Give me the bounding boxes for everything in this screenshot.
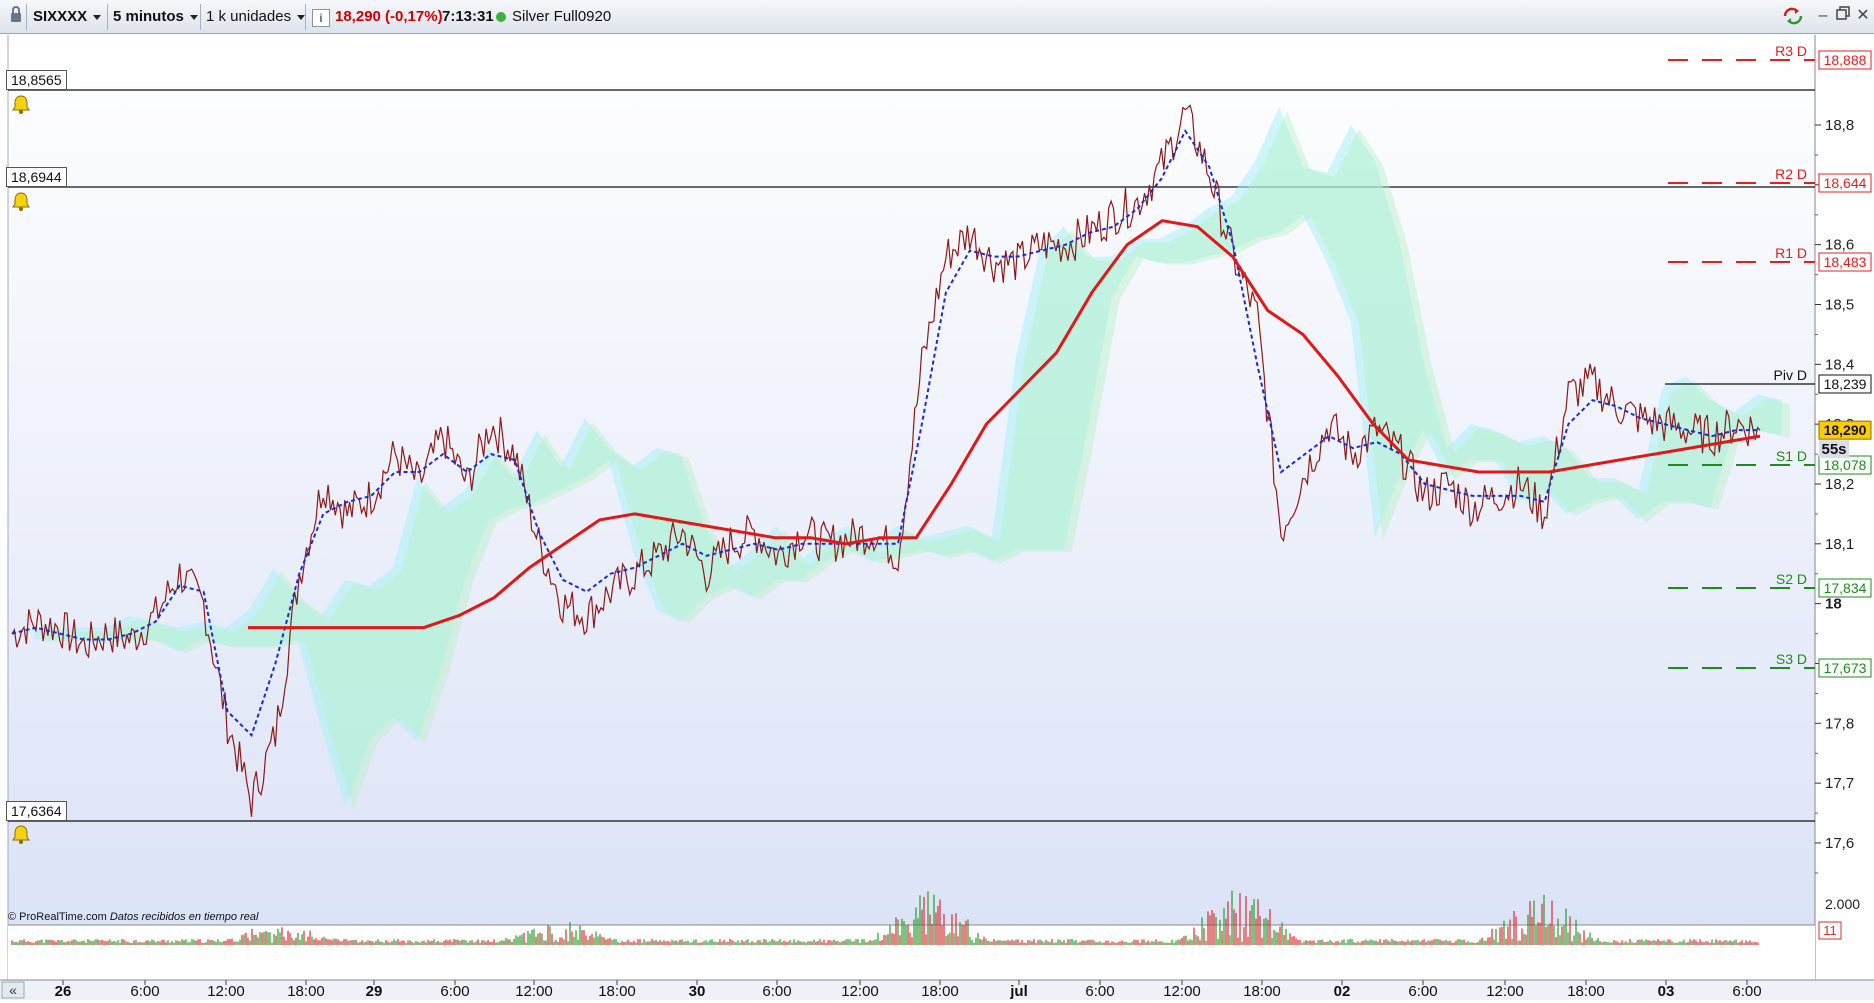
chevron-down-icon — [189, 14, 198, 20]
credit-brand: © ProRealTime.com — [8, 911, 107, 923]
pivot-value: 18,078 — [1824, 457, 1867, 473]
credit-note: Datos recibidos en tiempo real — [109, 911, 259, 923]
volume-current-value: 11 — [1823, 923, 1837, 938]
pivot-value: 18,888 — [1824, 52, 1867, 68]
pivot-label: R2 D — [1775, 166, 1807, 182]
x-tick-label: 6:00 — [440, 983, 469, 1000]
x-tick-label: 6:00 — [1732, 983, 1761, 1000]
pivot-value: 18,239 — [1824, 376, 1867, 392]
x-tick-label: jul — [1009, 983, 1028, 1000]
x-tick-label: 12:00 — [1163, 983, 1201, 1000]
pivot-label: Piv D — [1774, 367, 1807, 383]
y-tick-label: 17,7 — [1825, 775, 1854, 792]
pivot-value: 17,834 — [1824, 580, 1867, 596]
x-tick-label: 12:00 — [1486, 983, 1524, 1000]
x-tick-label: 18:00 — [921, 983, 959, 1000]
x-tick-label: 02 — [1334, 983, 1351, 1000]
pivot-label: S1 D — [1776, 448, 1807, 464]
lock-icon[interactable] — [8, 5, 24, 29]
x-tick-label: 18:00 — [1567, 983, 1605, 1000]
units-selector[interactable]: 1 k unidades — [206, 5, 306, 29]
feed-label: Silver Full0920 — [512, 8, 612, 25]
x-tick-label: 12:00 — [207, 983, 245, 1000]
interval-label: 5 minutos — [113, 8, 184, 25]
minimize-icon[interactable]: – — [1814, 6, 1832, 26]
chevron-down-icon — [93, 14, 102, 20]
bar-countdown: 55s — [1821, 441, 1846, 458]
alert-level-label[interactable]: 18,6944 — [6, 167, 67, 187]
x-tick-label: 30 — [689, 983, 706, 1000]
info-icon[interactable]: i — [312, 9, 330, 27]
y-tick-label: 18,2 — [1825, 476, 1854, 493]
y-tick-label: 18 — [1825, 596, 1842, 613]
bell-icon[interactable] — [10, 94, 32, 114]
y-tick-label: 18,8 — [1825, 117, 1854, 134]
alert-level-label[interactable]: 18,8565 — [6, 70, 67, 90]
x-tick-label: 6:00 — [762, 983, 791, 1000]
x-tick-label: 29 — [366, 983, 383, 1000]
refresh-icon[interactable] — [1780, 6, 1806, 26]
x-tick-label: 6:00 — [1408, 983, 1437, 1000]
x-tick-label: 26 — [55, 983, 72, 1000]
current-price-value: 18,290 — [1824, 422, 1867, 438]
x-tick-label: 03 — [1658, 983, 1675, 1000]
x-tick-label: 18:00 — [287, 983, 325, 1000]
pivot-label: S2 D — [1776, 571, 1807, 587]
x-tick-label: 6:00 — [130, 983, 159, 1000]
restore-icon[interactable] — [1834, 6, 1852, 26]
price-change: 18,290 (-0,17%) — [335, 8, 443, 25]
chart-toolbar: SIXXXX 5 minutos 1 k unidades i 18,290 (… — [0, 0, 1874, 34]
units-label: 1 k unidades — [206, 8, 292, 25]
symbol-label: SIXXXX — [33, 8, 88, 25]
bell-icon[interactable] — [10, 191, 32, 211]
x-tick-label: 18:00 — [598, 983, 636, 1000]
status-dot-icon — [496, 12, 506, 22]
quote-time: 7:13:31 — [442, 8, 494, 25]
symbol-selector[interactable]: SIXXXX — [33, 5, 102, 29]
interval-selector[interactable]: 5 minutos — [113, 5, 198, 29]
y-tick-label: 18,1 — [1825, 536, 1854, 553]
y-tick-label: 18,6 — [1825, 237, 1854, 254]
scroll-left-icon: « — [9, 982, 17, 998]
bell-icon[interactable] — [10, 824, 32, 844]
x-tick-label: 18:00 — [1243, 983, 1281, 1000]
y-tick-label: 17,6 — [1825, 835, 1854, 852]
x-tick-label: 12:00 — [841, 983, 879, 1000]
chevron-down-icon — [297, 14, 306, 20]
volume-axis-label: 2.000 — [1825, 896, 1860, 912]
close-icon[interactable]: ✕ — [1854, 6, 1872, 26]
y-tick-label: 18,5 — [1825, 296, 1854, 313]
pivot-label: R3 D — [1775, 43, 1807, 59]
pivot-value: 18,644 — [1824, 175, 1867, 191]
alert-level-label[interactable]: 17,6364 — [6, 801, 67, 821]
price-chart[interactable]: 18,818,718,618,518,418,318,218,11817,917… — [0, 35, 1874, 1000]
y-tick-label: 17,8 — [1825, 715, 1854, 732]
pivot-label: R1 D — [1775, 245, 1807, 261]
x-tick-label: 12:00 — [515, 983, 553, 1000]
pivot-value: 18,483 — [1824, 254, 1867, 270]
data-credit: © ProRealTime.com Datos recibidos en tie… — [8, 911, 258, 923]
pivot-label: S3 D — [1776, 651, 1807, 667]
x-tick-label: 6:00 — [1085, 983, 1114, 1000]
chart-area[interactable]: 18,818,718,618,518,418,318,218,11817,917… — [0, 35, 1874, 1000]
pivot-value: 17,673 — [1824, 660, 1867, 676]
y-tick-label: 18,4 — [1825, 356, 1854, 373]
